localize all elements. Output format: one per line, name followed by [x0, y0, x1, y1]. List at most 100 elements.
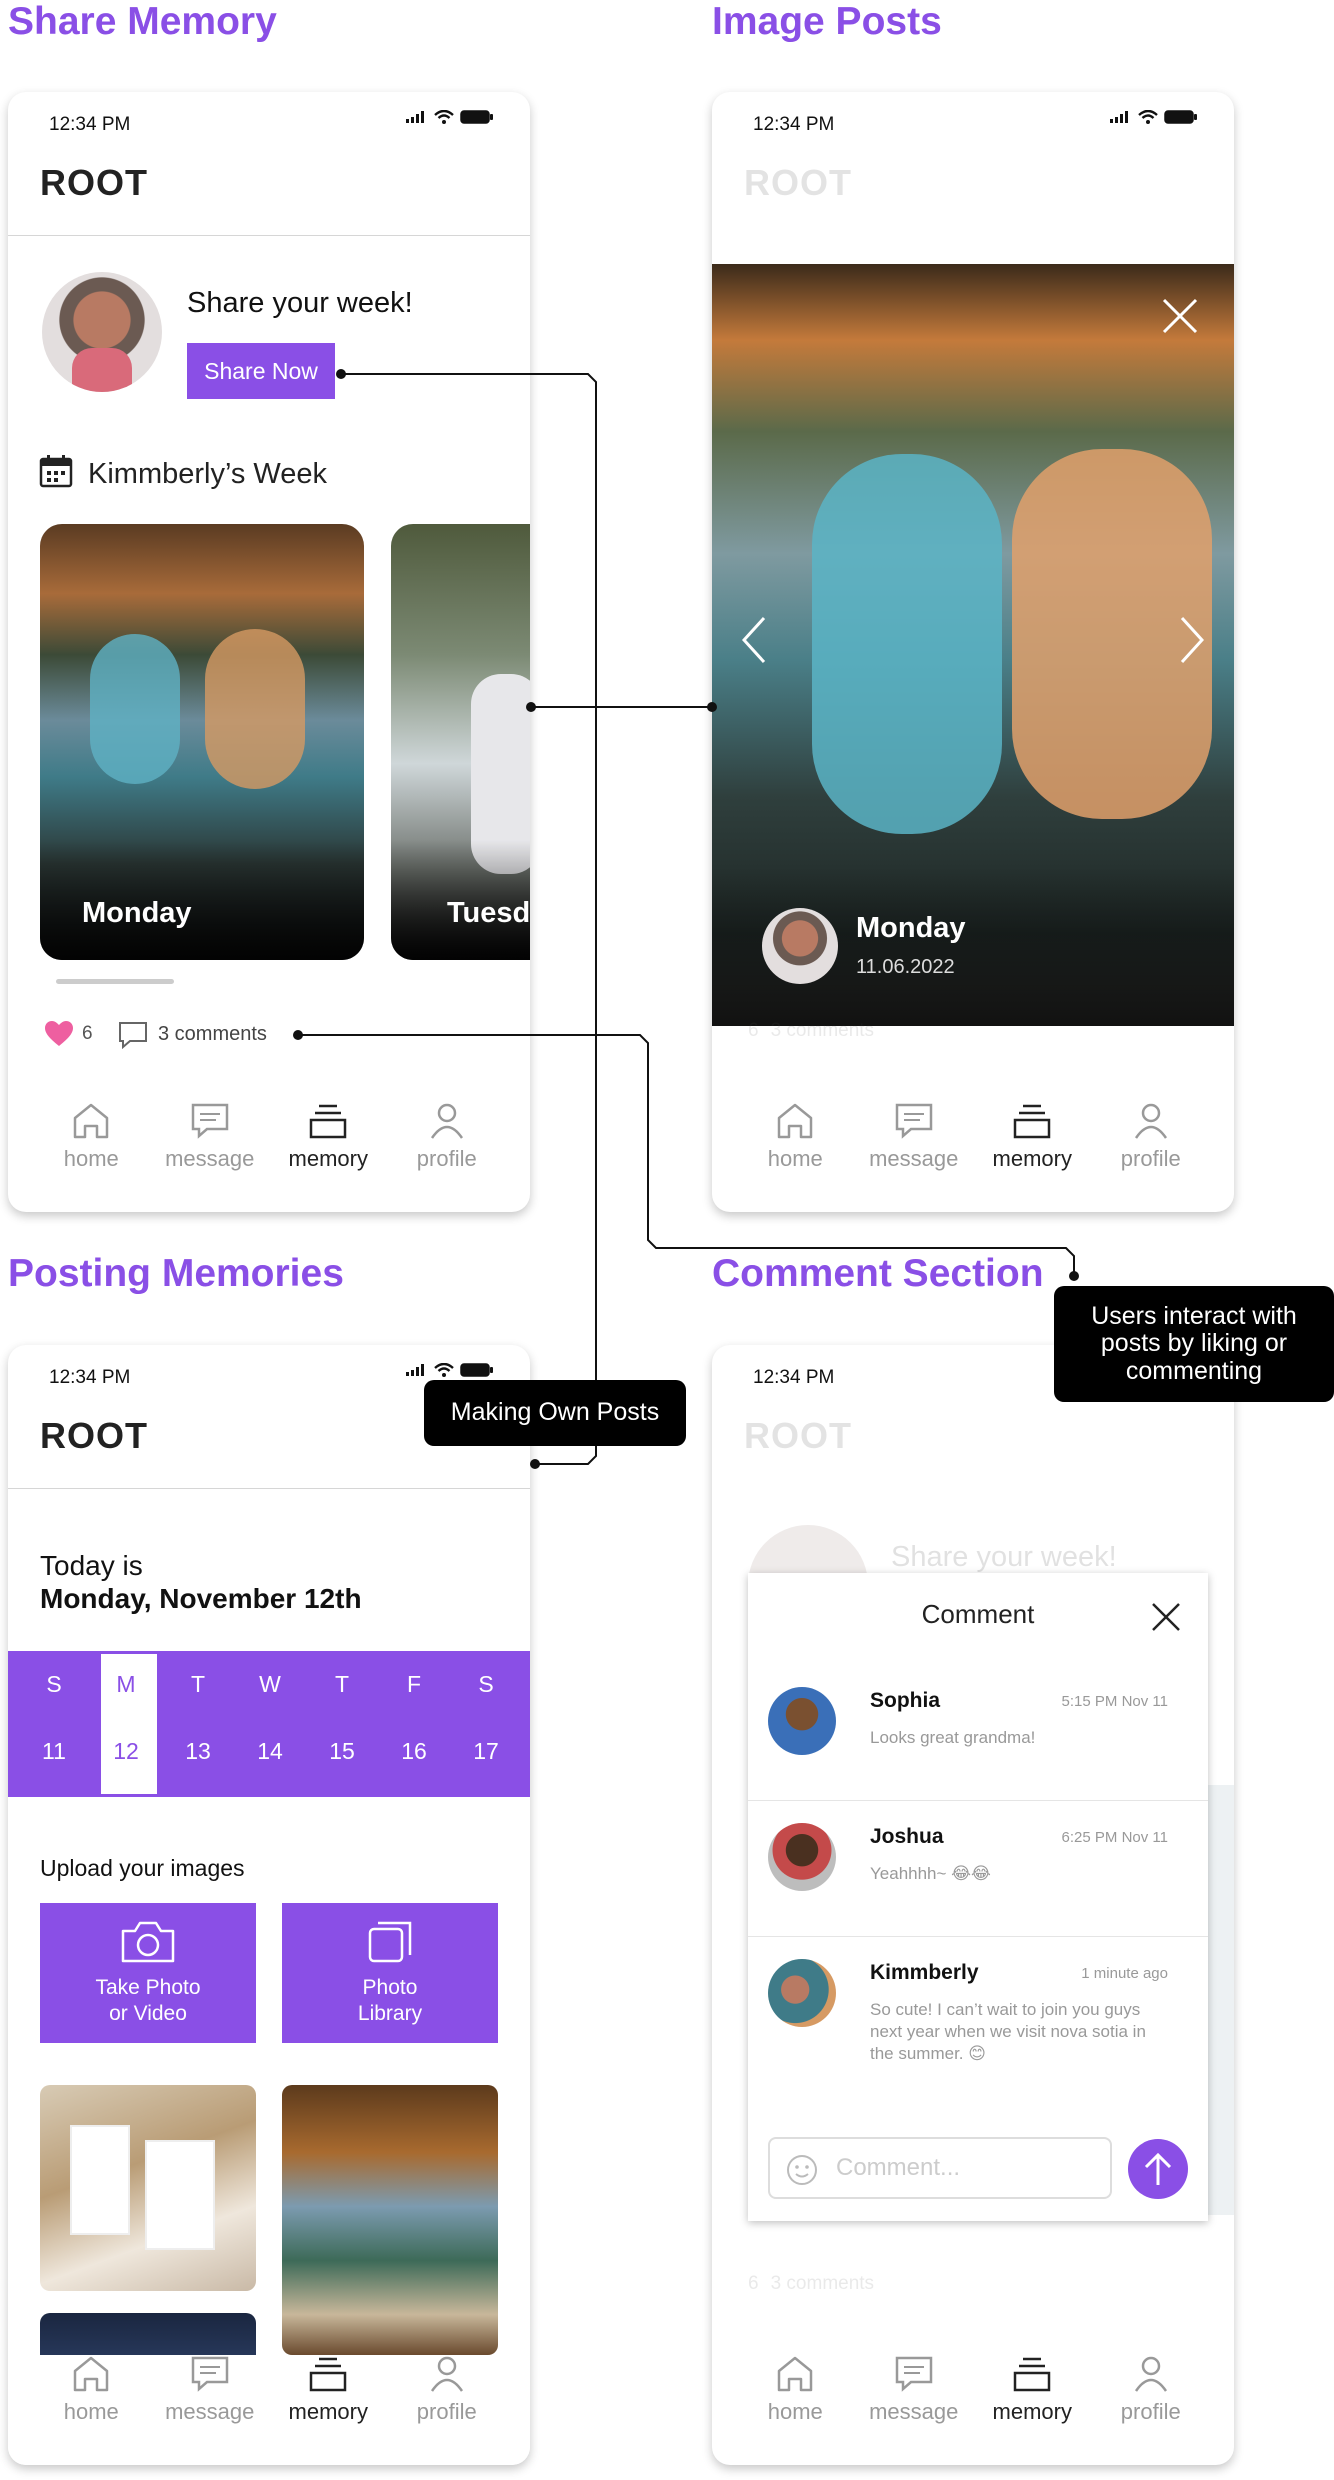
camera-icon: [121, 1921, 175, 1962]
chevron-left-icon[interactable]: [742, 616, 766, 664]
photo-library-label: Photo Library: [357, 1975, 423, 2025]
profile-icon: [430, 1103, 463, 1139]
heart-icon[interactable]: [44, 1020, 74, 1047]
memory-icon: [1014, 2357, 1051, 2392]
commenter-name: Sophia: [870, 1689, 941, 1712]
close-icon[interactable]: [1150, 1601, 1182, 1633]
nav-memory-label: memory: [992, 1146, 1072, 1171]
close-icon[interactable]: [1160, 296, 1200, 336]
take-photo-button[interactable]: Take Photo or Video: [40, 1903, 256, 2043]
comment-modal: Comment Sophia 5:15 PM Nov 11 Looks grea…: [748, 1573, 1208, 2221]
poster-avatar[interactable]: [762, 908, 838, 984]
nav-message[interactable]: message: [859, 1102, 969, 1212]
wifi-icon: [434, 110, 454, 124]
battery-icon: [460, 110, 493, 124]
home-icon: [778, 2356, 813, 2392]
nav-profile-label: profile: [416, 1146, 477, 1171]
nav-home[interactable]: home: [740, 2355, 850, 2465]
nav-memory[interactable]: memory: [273, 1102, 383, 1212]
scroll-indicator[interactable]: [56, 979, 174, 984]
commenter-name: Kimmberly: [870, 1961, 979, 1984]
phone-image-posts: 12:34 PM ROOT Monday 11.06.2022 6 3 comm…: [712, 92, 1234, 1212]
day-cell[interactable]: W 14: [236, 1651, 304, 1797]
calendar-icon: [39, 455, 73, 488]
nav-memory-label: memory: [288, 2399, 368, 2424]
day-cell[interactable]: S 17: [452, 1651, 520, 1797]
nav-profile-label: profile: [1120, 2399, 1181, 2424]
comments-count: 3 comments: [770, 2273, 875, 2294]
nav-home-label: home: [63, 2399, 119, 2424]
share-now-button[interactable]: Share Now: [187, 343, 335, 399]
header-divider: [8, 1488, 530, 1489]
card-label: Tuesda: [447, 897, 530, 929]
day-cell[interactable]: T 15: [308, 1651, 376, 1797]
phone-comment-section: 12:34 PM ROOT Share your week! 6 3 comme…: [712, 1345, 1234, 2465]
week-card-tuesday[interactable]: Tuesda: [391, 524, 530, 960]
comment-text: Looks great grandma!: [870, 1728, 1036, 1747]
comment-icon[interactable]: [118, 1021, 148, 1049]
likes-count: 6: [748, 1020, 759, 1041]
nav-message[interactable]: message: [155, 2355, 265, 2465]
photo-library-button[interactable]: Photo Library: [282, 1903, 498, 2043]
memory-icon: [1014, 1104, 1051, 1139]
gallery-image[interactable]: [282, 2085, 498, 2355]
profile-icon: [1134, 2356, 1167, 2392]
status-time: 12:34 PM: [753, 114, 835, 135]
day-cell[interactable]: F 16: [380, 1651, 448, 1797]
commenter-avatar[interactable]: [768, 1687, 836, 1755]
nav-profile[interactable]: profile: [1096, 1102, 1206, 1212]
week-days: S 11 M 12 T 13 W 14 T 15 F 16 S 17: [20, 1651, 520, 1797]
status-icons: [406, 1363, 494, 1377]
comment-input-field[interactable]: Comment...: [768, 2137, 1112, 2199]
take-photo-label: Take Photo or Video: [95, 1975, 201, 2025]
week-card-monday[interactable]: Monday: [40, 524, 364, 960]
section-title-share-memory: Share Memory: [8, 0, 277, 43]
emoji-icon[interactable]: [786, 2154, 818, 2186]
bottom-nav: home message memory profile: [712, 1102, 1234, 1212]
post-image[interactable]: Monday 11.06.2022: [712, 264, 1234, 1026]
gallery-image[interactable]: [40, 2085, 256, 2291]
message-icon: [895, 2356, 932, 2392]
status-icons: [406, 110, 494, 124]
post-engagement-faded: 6 3 comments: [748, 1020, 874, 1042]
commenter-avatar[interactable]: [768, 1959, 836, 2027]
card-label: Monday: [82, 897, 192, 929]
nav-home[interactable]: home: [36, 2355, 146, 2465]
comments-count[interactable]: 3 comments: [158, 1023, 267, 1046]
phone-share-memory: 12:34 PM ROOT Share your week! Share Now…: [8, 92, 530, 1212]
memory-icon: [310, 1104, 347, 1139]
commenter-avatar[interactable]: [768, 1823, 836, 1891]
week-title: Kimmberly’s Week: [88, 458, 328, 490]
home-icon: [778, 1103, 813, 1139]
nav-memory[interactable]: memory: [273, 2355, 383, 2465]
message-icon: [191, 1103, 228, 1139]
annotation-users-interact: Users interact with posts by liking or c…: [1054, 1286, 1334, 1402]
nav-profile[interactable]: profile: [392, 2355, 502, 2465]
likes-count: 6: [748, 2273, 759, 2294]
nav-home[interactable]: home: [740, 1102, 850, 1212]
day-cell[interactable]: S 11: [20, 1651, 88, 1797]
send-button[interactable]: [1128, 2139, 1188, 2199]
profile-icon: [430, 2356, 463, 2392]
header-divider: [8, 235, 530, 236]
nav-profile[interactable]: profile: [1096, 2355, 1206, 2465]
user-avatar[interactable]: [42, 272, 162, 392]
nav-message[interactable]: message: [155, 1102, 265, 1212]
message-icon: [191, 2356, 228, 2392]
message-icon: [895, 1103, 932, 1139]
day-cell-selected[interactable]: M 12: [92, 1651, 160, 1797]
day-cell[interactable]: T 13: [164, 1651, 232, 1797]
nav-memory[interactable]: memory: [977, 2355, 1087, 2465]
arrow-up-icon: [1144, 2152, 1172, 2185]
app-title: ROOT: [744, 162, 852, 203]
post-engagement-faded: 6 3 comments: [748, 2273, 874, 2295]
chevron-right-icon[interactable]: [1180, 616, 1204, 664]
comment-modal-title: Comment: [921, 1599, 1035, 1629]
nav-message[interactable]: message: [859, 2355, 969, 2465]
status-time: 12:34 PM: [49, 114, 131, 135]
comment-item: Sophia 5:15 PM Nov 11 Looks great grandm…: [748, 1673, 1208, 1801]
nav-profile[interactable]: profile: [392, 1102, 502, 1212]
signal-icon: [1110, 111, 1128, 123]
nav-memory[interactable]: memory: [977, 1102, 1087, 1212]
nav-home[interactable]: home: [36, 1102, 146, 1212]
